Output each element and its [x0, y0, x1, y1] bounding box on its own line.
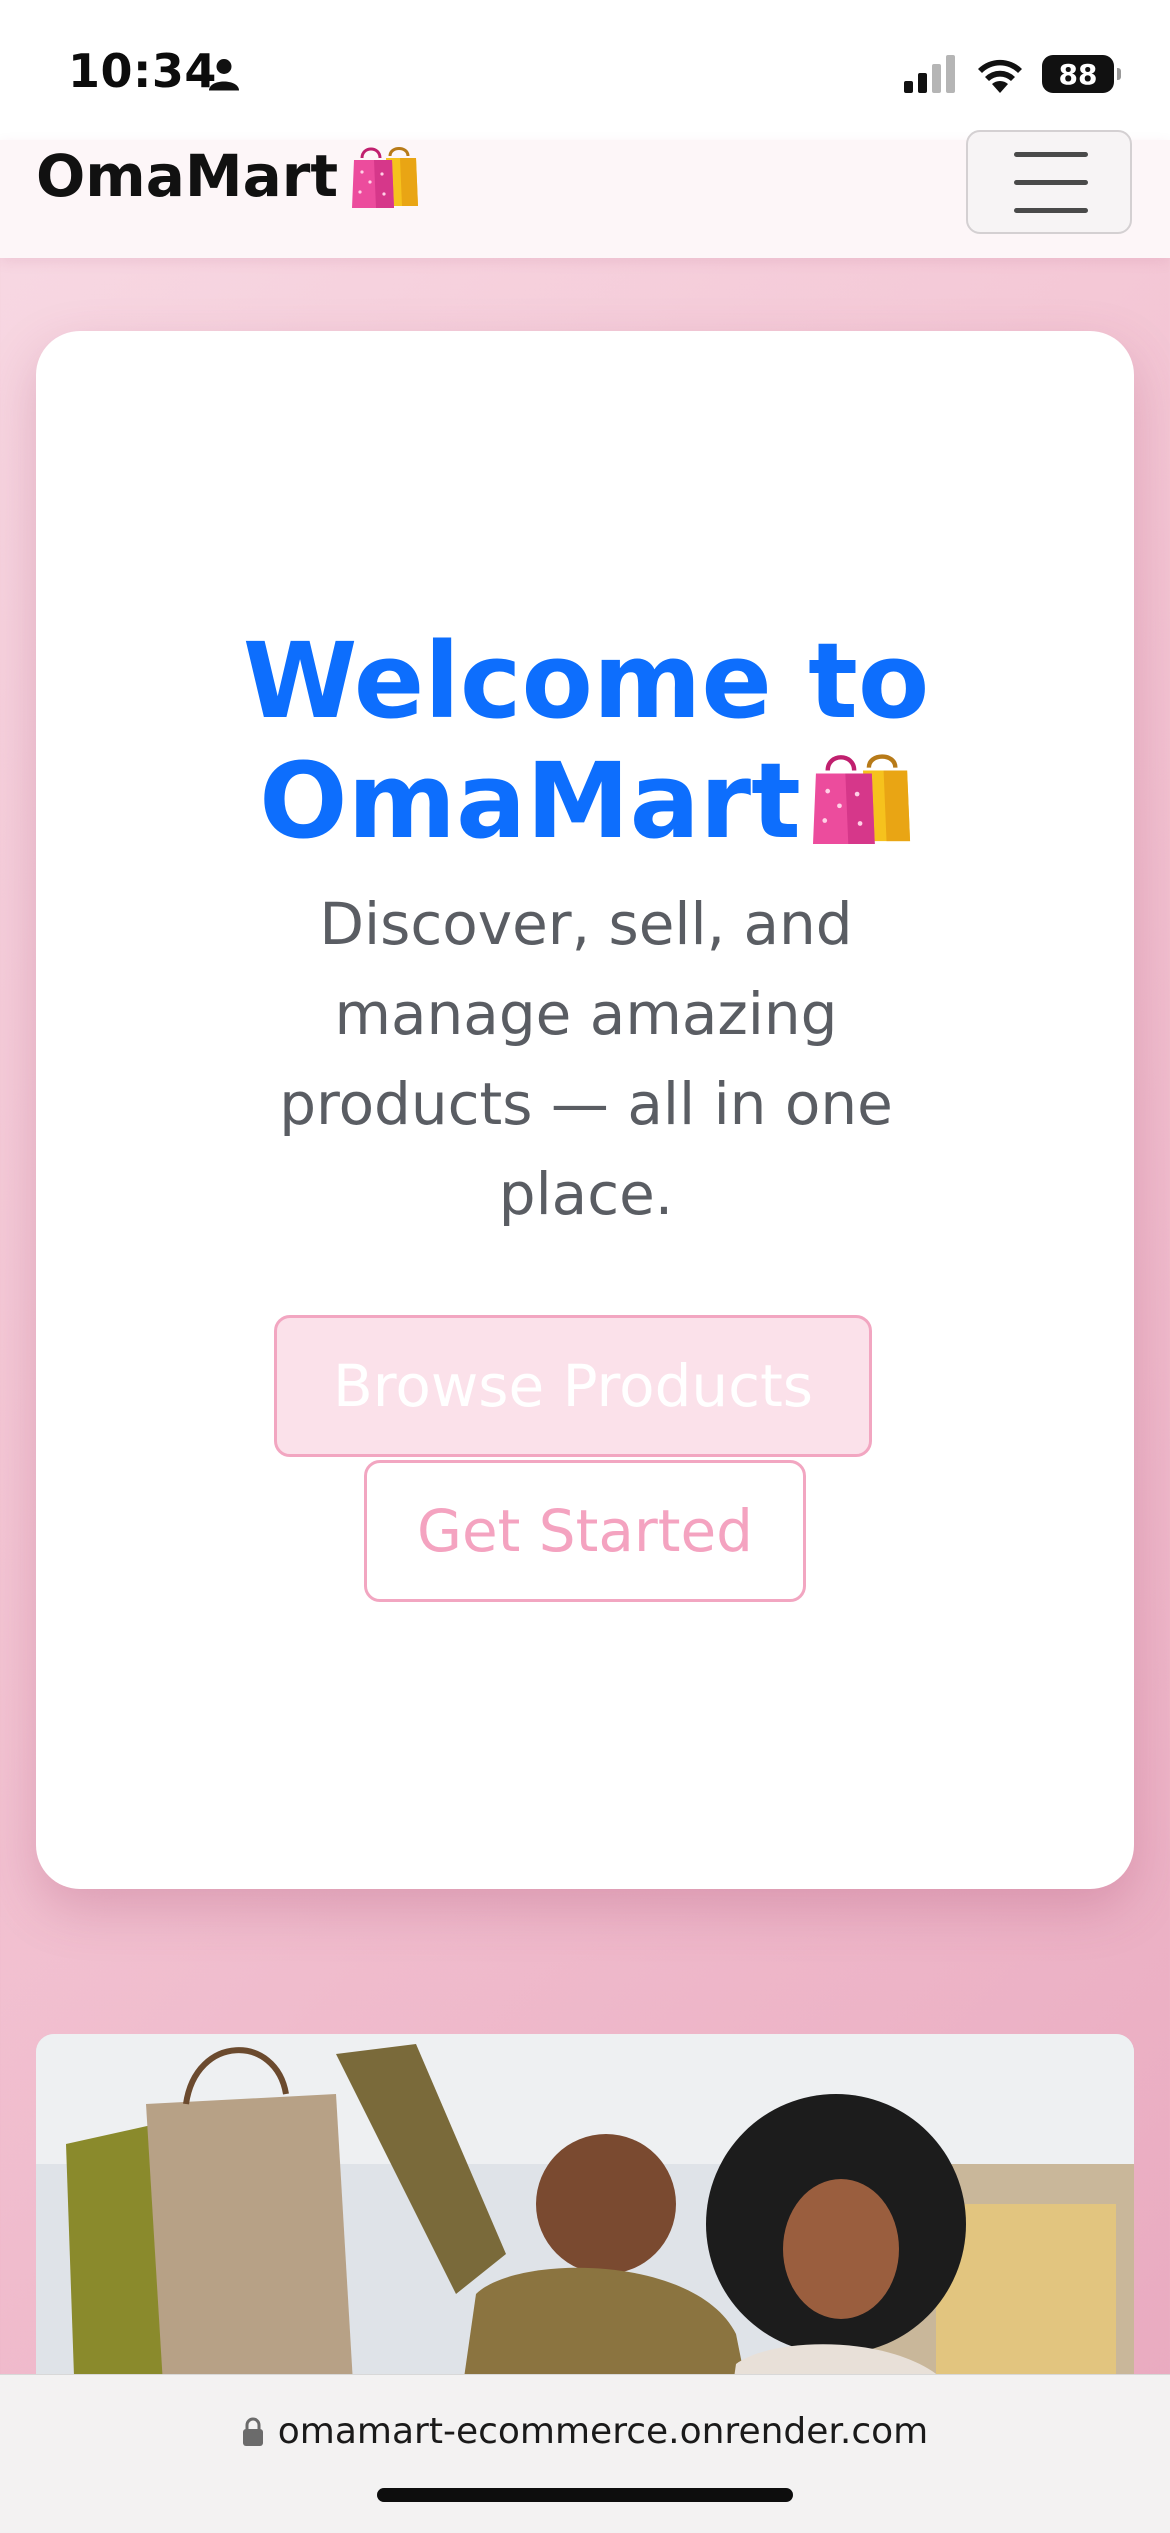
browse-products-button[interactable]: Browse Products [274, 1315, 872, 1457]
navbar: OmaMart [0, 130, 1170, 258]
home-indicator[interactable] [377, 2488, 793, 2502]
cellular-signal-icon [904, 55, 955, 93]
hamburger-menu-icon[interactable] [966, 130, 1132, 234]
menu-bar [1014, 152, 1088, 157]
hero-title-line2: OmaMart [259, 740, 801, 862]
wifi-icon [978, 59, 1022, 93]
status-indicators: 88 [904, 50, 1121, 98]
hero-subtitle: Discover, sell, and manage amazing produ… [279, 890, 893, 1228]
status-bar: 10:34 88 [0, 0, 1170, 140]
brand-link[interactable]: OmaMart [36, 140, 420, 212]
menu-bar [1014, 208, 1088, 213]
hero-title-line1: Welcome to [242, 620, 930, 742]
get-started-button[interactable]: Get Started [364, 1460, 806, 1602]
address-bar[interactable]: omamart-ecommerce.onrender.com [0, 2411, 1170, 2452]
hero-title: Welcome to OmaMart [236, 621, 936, 871]
lock-icon [242, 2417, 263, 2446]
hero-card: Welcome to OmaMart Discover, sell, and m… [36, 331, 1134, 1889]
battery-icon: 88 [1042, 55, 1121, 93]
menu-bar [1014, 180, 1088, 185]
battery-level: 88 [1058, 57, 1098, 91]
person-icon [209, 59, 239, 91]
brand-name: OmaMart [36, 142, 339, 210]
shopping-bags-icon [812, 754, 910, 844]
status-time: 10:34 [68, 44, 217, 98]
shopping-bags-icon [352, 147, 419, 208]
url-text: omamart-ecommerce.onrender.com [277, 2411, 929, 2452]
browser-bottom-bar: omamart-ecommerce.onrender.com [0, 2374, 1170, 2533]
